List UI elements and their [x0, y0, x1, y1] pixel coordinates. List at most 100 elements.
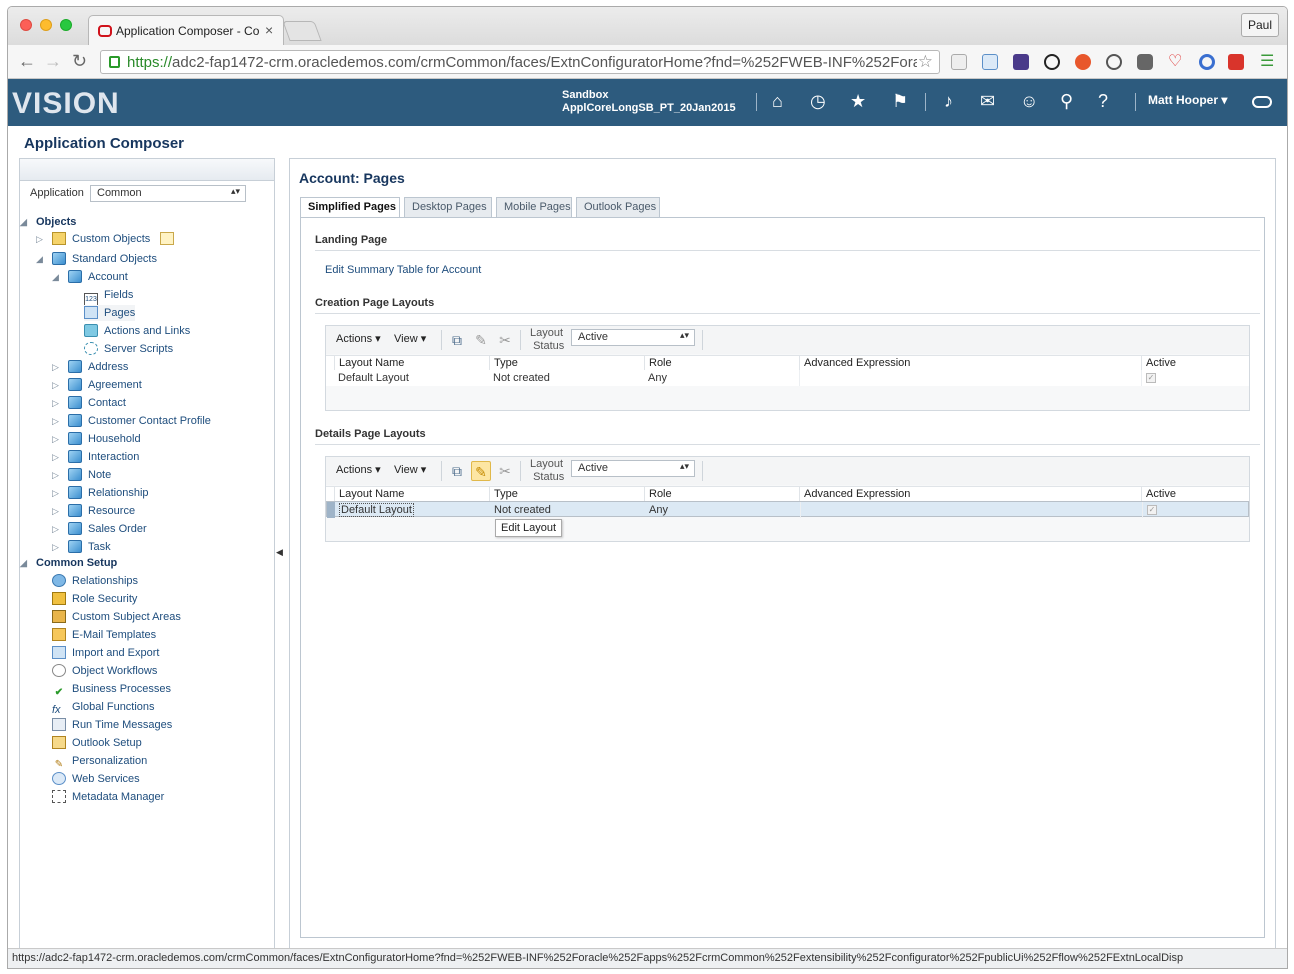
tab-desktop-pages[interactable]: Desktop Pages	[404, 197, 492, 217]
tree-standard-object[interactable]: ▷ Contact	[52, 395, 126, 411]
col-role[interactable]: Role	[644, 356, 799, 371]
new-tab-button[interactable]	[282, 21, 322, 41]
tree-setup-item[interactable]: Run Time Messages	[52, 717, 172, 733]
tree-pages[interactable]: Pages	[84, 305, 136, 321]
tree-standard-object[interactable]: ▷ Address	[52, 359, 128, 375]
address-bar[interactable]: https://adc2-fap1472-crm.oracledemos.com…	[100, 50, 940, 74]
tree-setup-item[interactable]: Web Services	[52, 771, 140, 787]
layout-status-select[interactable]: Active ▴▾	[571, 460, 695, 477]
tree-server-scripts[interactable]: Server Scripts	[84, 341, 173, 357]
close-window-icon[interactable]	[20, 19, 32, 31]
col-layout-name[interactable]: Layout Name	[334, 356, 489, 371]
duplicate-layout-icon[interactable]: ⧉	[447, 461, 467, 481]
extension-cors-icon[interactable]	[1228, 54, 1244, 70]
minimize-window-icon[interactable]	[40, 19, 52, 31]
tree-standard-objects[interactable]: ◢ Standard Objects	[36, 251, 157, 267]
panel-collapse-handle[interactable]: ◀	[276, 547, 283, 577]
sandbox-info[interactable]: Sandbox ApplCoreLongSB_PT_20Jan2015	[562, 89, 736, 115]
tree-objects[interactable]: ◢ Objects	[20, 214, 76, 230]
actions-menu[interactable]: Actions ▾	[336, 463, 381, 476]
tree-custom-objects[interactable]: ▷ Custom Objects	[36, 231, 180, 247]
view-menu[interactable]: View ▾	[394, 463, 426, 476]
tree-standard-object[interactable]: ▷ Resource	[52, 503, 135, 519]
forward-icon[interactable]: →	[44, 51, 62, 72]
col-advanced-expression[interactable]: Advanced Expression	[799, 356, 1141, 371]
tree-setup-item[interactable]: Relationships	[52, 573, 138, 589]
tree-common-setup[interactable]: ◢ Common Setup	[20, 555, 117, 571]
tree-setup-item[interactable]: ✎ Personalization	[52, 753, 147, 770]
table-row[interactable]: Default Layout Not created Any ✓	[326, 370, 1249, 386]
col-type[interactable]: Type	[489, 356, 644, 371]
flag-icon[interactable]: ⚑	[892, 92, 908, 110]
tree-setup-item[interactable]: fx Global Functions	[52, 699, 155, 716]
tree-setup-item[interactable]: Custom Subject Areas	[52, 609, 181, 625]
tree-fields[interactable]: 123 Fields	[84, 287, 133, 306]
menu-icon[interactable]: ☰	[1260, 54, 1276, 70]
extension-orange-icon[interactable]	[1075, 54, 1091, 70]
col-type[interactable]: Type	[489, 487, 644, 502]
col-advanced-expression[interactable]: Advanced Expression	[799, 487, 1141, 502]
help-icon[interactable]: ?	[1098, 92, 1108, 110]
maximize-window-icon[interactable]	[60, 19, 72, 31]
tree-standard-object[interactable]: ▷ Sales Order	[52, 521, 147, 537]
delete-layout-icon[interactable]: ✂	[495, 461, 515, 481]
tree-standard-object[interactable]: ▷ Task	[52, 539, 111, 555]
extension-in-icon[interactable]	[951, 54, 967, 70]
tree-standard-object[interactable]: ▷ Agreement	[52, 377, 142, 393]
tree-standard-object[interactable]: ▷ Interaction	[52, 449, 139, 465]
extension-pocket-icon[interactable]	[1137, 54, 1153, 70]
application-select[interactable]: Common ▴▾	[90, 185, 246, 202]
messages-icon[interactable]: ✉	[980, 92, 995, 110]
tab-mobile-pages[interactable]: Mobile Pages	[496, 197, 572, 217]
delete-layout-icon[interactable]: ✂	[495, 330, 515, 350]
view-menu[interactable]: View ▾	[394, 332, 426, 345]
tree-setup-item[interactable]: ✔ Business Processes	[52, 681, 171, 698]
tree-setup-item[interactable]: Object Workflows	[52, 663, 157, 679]
table-row-selected[interactable]: Default Layout Not created Any ✓	[326, 501, 1249, 518]
sign-out-icon[interactable]	[1252, 96, 1272, 108]
accessibility-icon[interactable]: ☺	[1020, 92, 1038, 110]
extension-purple-icon[interactable]	[1013, 54, 1029, 70]
row-selector[interactable]	[327, 502, 335, 518]
tree-standard-object[interactable]: ▷ Household	[52, 431, 141, 447]
reload-icon[interactable]: ↻	[72, 51, 87, 72]
tree-setup-item[interactable]: Import and Export	[52, 645, 159, 661]
tree-standard-object[interactable]: ▷ Customer Contact Profile	[52, 413, 211, 429]
layout-status-select[interactable]: Active ▴▾	[571, 329, 695, 346]
extension-folder-icon[interactable]	[982, 54, 998, 70]
extension-c-icon[interactable]	[1199, 54, 1215, 70]
tree-setup-item[interactable]: Outlook Setup	[52, 735, 142, 751]
actions-menu[interactable]: Actions ▾	[336, 332, 381, 345]
tree-setup-item[interactable]: Metadata Manager	[52, 789, 164, 805]
profile-button[interactable]: Paul	[1241, 13, 1279, 37]
edit-layout-icon[interactable]: ✎	[471, 461, 491, 481]
tree-setup-item[interactable]: Role Security	[52, 591, 137, 607]
tree-standard-object[interactable]: ▷ Note	[52, 467, 111, 483]
home-icon[interactable]: ⌂	[772, 92, 783, 110]
bookmark-star-icon[interactable]: ☆	[918, 52, 933, 72]
user-menu[interactable]: Matt Hooper ▾	[1148, 93, 1227, 107]
notifications-icon[interactable]: ♪	[944, 92, 953, 110]
tab-outlook-pages[interactable]: Outlook Pages	[576, 197, 660, 217]
tab-close-icon[interactable]: ×	[265, 22, 273, 38]
search-icon[interactable]: ⚲	[1060, 92, 1073, 110]
back-icon[interactable]: ←	[18, 51, 36, 72]
extension-info-icon[interactable]	[1106, 54, 1122, 70]
duplicate-layout-icon[interactable]: ⧉	[447, 330, 467, 350]
tab-simplified-pages[interactable]: Simplified Pages	[300, 197, 400, 218]
col-active[interactable]: Active	[1141, 487, 1249, 502]
tree-standard-object[interactable]: ▷ Relationship	[52, 485, 149, 501]
edit-summary-table-link[interactable]: Edit Summary Table for Account	[325, 264, 481, 276]
tree-account[interactable]: ◢ Account	[52, 269, 128, 285]
edit-layout-icon[interactable]: ✎	[471, 330, 491, 350]
col-role[interactable]: Role	[644, 487, 799, 502]
favorites-icon[interactable]: ★	[850, 92, 866, 110]
create-object-icon[interactable]	[160, 232, 175, 245]
recent-items-icon[interactable]: ◷	[810, 92, 826, 110]
extension-sync-icon[interactable]	[1044, 54, 1060, 70]
tree-actions-links[interactable]: Actions and Links	[84, 323, 190, 339]
col-active[interactable]: Active	[1141, 356, 1249, 371]
tree-setup-item[interactable]: E-Mail Templates	[52, 627, 156, 643]
col-layout-name[interactable]: Layout Name	[334, 487, 489, 502]
browser-tab[interactable]: Application Composer - Co ×	[88, 15, 284, 45]
